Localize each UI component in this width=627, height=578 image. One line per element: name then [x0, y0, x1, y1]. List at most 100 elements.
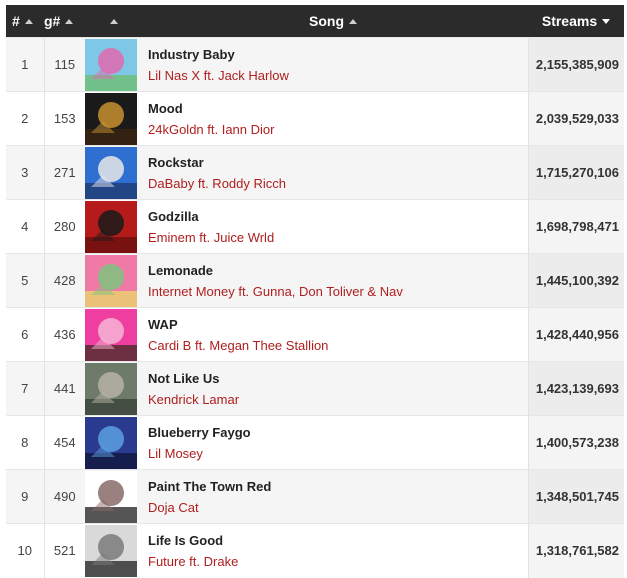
album-art-cell[interactable] [85, 469, 138, 524]
gnum-value: 521 [53, 543, 76, 559]
song-cell: Blueberry Faygo Lil Mosey [138, 415, 528, 470]
rank-cell: 6 [6, 307, 44, 362]
song-artist-link[interactable]: Eminem ft. Juice Wrld [148, 230, 528, 245]
streams-cell: 1,348,501,745 [527, 469, 624, 524]
gnum-value: 490 [53, 489, 76, 504]
table-row[interactable]: 1 115 Industry Baby Lil Nas X ft. Jack H… [6, 37, 624, 92]
album-art-cell[interactable] [85, 37, 138, 92]
song-title-link[interactable]: Rockstar [148, 155, 528, 170]
streams-value: 1,445,100,392 [535, 273, 619, 288]
album-art-image[interactable] [85, 255, 137, 307]
rank-cell: 7 [6, 361, 44, 416]
rank-cell: 10 [6, 523, 44, 578]
table-row[interactable]: 9 490 Paint The Town Red Doja Cat 1,348,… [6, 469, 624, 524]
song-artist-link[interactable]: Future ft. Drake [148, 554, 528, 569]
song-artist-link[interactable]: 24kGoldn ft. Iann Dior [148, 122, 528, 137]
table-row[interactable]: 8 454 Blueberry Faygo Lil Mosey 1,400,57… [6, 415, 624, 470]
album-art-cell[interactable] [85, 361, 138, 416]
album-art-image[interactable] [85, 201, 137, 253]
table-row[interactable]: 3 271 Rockstar DaBaby ft. Roddy Ricch 1,… [6, 145, 624, 200]
song-title-link[interactable]: Mood [148, 101, 528, 116]
song-artist-link[interactable]: Kendrick Lamar [148, 392, 528, 407]
song-artist-link[interactable]: Lil Mosey [148, 446, 528, 461]
song-title-link[interactable]: Godzilla [148, 209, 528, 224]
gnum-value: 436 [53, 327, 76, 342]
album-art-image[interactable] [85, 417, 137, 469]
rank-cell: 5 [6, 253, 44, 308]
song-title-link[interactable]: Not Like Us [148, 371, 528, 386]
gnum-cell: 153 [43, 91, 85, 146]
song-title-link[interactable]: Lemonade [148, 263, 528, 278]
rank-cell: 2 [6, 91, 44, 146]
album-art-cell[interactable] [85, 199, 138, 254]
streams-cell: 1,428,440,956 [527, 307, 624, 362]
streams-value: 1,318,761,582 [535, 543, 619, 559]
streams-cell: 1,445,100,392 [527, 253, 624, 308]
streams-value: 1,715,270,106 [535, 165, 619, 180]
rank-value: 3 [21, 165, 29, 180]
table-row[interactable]: 7 441 Not Like Us Kendrick Lamar 1,423,1… [6, 361, 624, 416]
streams-value: 1,698,798,471 [535, 219, 619, 234]
album-art-cell[interactable] [85, 415, 138, 470]
album-art-image[interactable] [85, 525, 137, 578]
album-art-cell[interactable] [85, 307, 138, 362]
rank-value: 6 [21, 327, 29, 342]
rank-cell: 1 [6, 37, 44, 92]
table-row[interactable]: 5 428 Lemonade Internet Money ft. Gunna,… [6, 253, 624, 308]
song-artist-link[interactable]: Lil Nas X ft. Jack Harlow [148, 68, 528, 83]
song-cell: Lemonade Internet Money ft. Gunna, Don T… [138, 253, 528, 308]
column-header-song[interactable]: Song [138, 5, 528, 38]
song-title-link[interactable]: Blueberry Faygo [148, 425, 528, 440]
table-row[interactable]: 2 153 Mood 24kGoldn ft. Iann Dior 2,039,… [6, 91, 624, 146]
gnum-cell: 454 [43, 415, 85, 470]
gnum-cell: 441 [43, 361, 85, 416]
column-header-song-label: Song [309, 13, 344, 29]
rank-value: 4 [21, 219, 29, 234]
column-header-streams[interactable]: Streams [528, 5, 624, 38]
song-artist-link[interactable]: Cardi B ft. Megan Thee Stallion [148, 338, 528, 353]
rank-cell: 9 [6, 469, 44, 524]
streams-cell: 1,698,798,471 [527, 199, 624, 254]
table-row[interactable]: 4 280 Godzilla Eminem ft. Juice Wrld 1,6… [6, 199, 624, 254]
song-artist-link[interactable]: DaBaby ft. Roddy Ricch [148, 176, 528, 191]
sort-down-icon [602, 19, 611, 24]
streams-cell: 1,400,573,238 [527, 415, 624, 470]
column-header-rank[interactable]: # [6, 5, 44, 38]
rank-value: 10 [17, 543, 32, 559]
song-title-link[interactable]: Industry Baby [148, 47, 528, 62]
album-art-cell[interactable] [85, 523, 138, 578]
rank-value: 8 [21, 435, 29, 450]
album-art-image[interactable] [85, 471, 137, 523]
column-header-streams-label: Streams [541, 13, 598, 29]
song-artist-link[interactable]: Internet Money ft. Gunna, Don Toliver & … [148, 284, 528, 299]
streams-value: 1,348,501,745 [535, 489, 619, 504]
album-art-cell[interactable] [85, 145, 138, 200]
table-row[interactable]: 6 436 WAP Cardi B ft. Megan Thee Stallio… [6, 307, 624, 362]
streams-cell: 1,715,270,106 [527, 145, 624, 200]
song-artist-link[interactable]: Doja Cat [148, 500, 528, 515]
song-cell: Godzilla Eminem ft. Juice Wrld [138, 199, 528, 254]
album-art-image[interactable] [85, 147, 137, 199]
column-header-art[interactable] [85, 5, 138, 38]
gnum-cell: 428 [43, 253, 85, 308]
album-art-cell[interactable] [85, 253, 138, 308]
album-art-image[interactable] [85, 309, 137, 361]
column-header-gnum-label: g# [44, 13, 61, 29]
song-cell: Mood 24kGoldn ft. Iann Dior [138, 91, 528, 146]
album-art-image[interactable] [85, 363, 137, 415]
song-title-link[interactable]: WAP [148, 317, 528, 332]
column-header-gnum[interactable]: g# [44, 5, 85, 38]
gnum-cell: 280 [43, 199, 85, 254]
album-art-cell[interactable] [85, 91, 138, 146]
song-title-link[interactable]: Life Is Good [148, 533, 528, 548]
streams-value: 1,428,440,956 [535, 327, 619, 342]
sort-up-icon [65, 19, 74, 24]
album-art-image[interactable] [85, 93, 137, 145]
gnum-value: 454 [53, 435, 76, 450]
album-art-image[interactable] [85, 39, 137, 91]
gnum-value: 271 [53, 165, 76, 180]
song-title-link[interactable]: Paint The Town Red [148, 479, 528, 494]
streams-cell: 2,039,529,033 [527, 91, 624, 146]
table-row[interactable]: 10 521 Life Is Good Future ft. Drake 1,3… [6, 523, 624, 578]
table-header-row: # g# Song Streams [6, 5, 624, 38]
